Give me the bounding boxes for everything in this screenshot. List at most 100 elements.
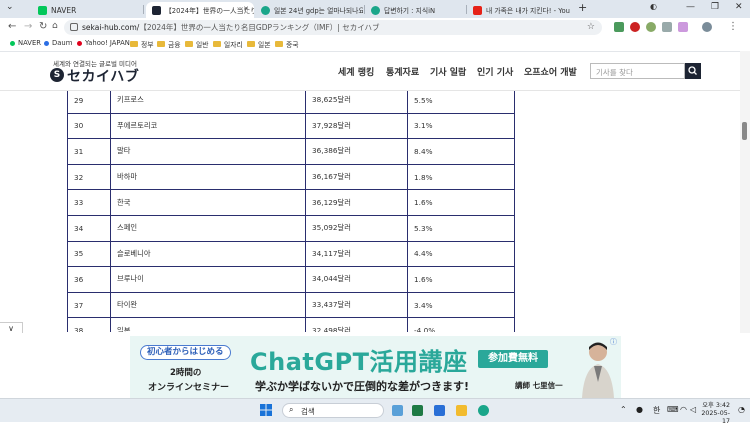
taskbar-clock[interactable]: 오후 3:42 2025-05-17 (700, 402, 730, 426)
rank-cell: 30 (67, 112, 111, 140)
scroll-thumb[interactable] (742, 122, 747, 140)
os-taskbar: ⌕ 검색 ⌃ ● 한 ⌨ ◠ ◁ 오후 3:42 2025-05-17 ◔ (0, 398, 750, 425)
tab-label: 내 가족은 내가 지킨다! - You (486, 7, 570, 15)
windows-start-icon[interactable] (260, 404, 272, 416)
close-tab-icon[interactable]: ✕ (243, 5, 249, 13)
growth-cell: 3.4% (407, 291, 515, 319)
home-icon[interactable]: ⌂ (52, 21, 58, 31)
nav-article-list[interactable]: 기사 일람 (430, 65, 466, 78)
ad-cta-button[interactable]: 参加費無料 (478, 350, 548, 368)
tray-app-icon[interactable]: ● (636, 405, 643, 414)
nav-statistics[interactable]: 통계자료 (386, 65, 419, 78)
tab-naver-kin-2[interactable]: 답변하기 : 지식iN (365, 2, 465, 18)
ad-catchphrase: 学ぶか学ばないかで圧倒的な差がつきます! (255, 380, 470, 393)
tab-label: NAVER (51, 5, 77, 15)
browser-taskbar-icon[interactable] (478, 405, 489, 416)
bookmark-folder-japan[interactable]: 일본 (247, 39, 271, 49)
ad-area: 初心者からはじめる ChatGPT活用講座 参加費無料 2時間の オンラインセミ… (0, 333, 750, 398)
folder-icon (213, 41, 221, 47)
account-icon[interactable] (702, 22, 712, 32)
tab-naver[interactable]: NAVER (32, 2, 137, 18)
extensions-puzzle-icon[interactable] (662, 22, 672, 32)
address-bar[interactable]: sekai-hub.com/【2024年】世界の一人当たり名目GDPランキング（… (64, 20, 602, 35)
ad-banner[interactable]: 初心者からはじめる ChatGPT活用講座 参加費無料 2時間の オンラインセミ… (130, 336, 621, 398)
rank-cell: 38 (67, 317, 111, 332)
tab-search-icon[interactable]: ⌄ (6, 2, 14, 12)
site-info-icon[interactable] (70, 23, 78, 31)
site-search-input[interactable]: 기사를 찾다 (590, 63, 685, 79)
taskbar-search-box[interactable]: ⌕ 검색 (282, 403, 384, 418)
browser-menu-icon[interactable]: ⋮ (728, 21, 738, 32)
nav-offshore-development[interactable]: 오프쇼어 개발 (524, 65, 577, 78)
rank-cell: 35 (67, 240, 111, 268)
ad-subtitle-duration: 2時間の (170, 368, 202, 378)
table-row: 35 슬로베니아 34,117달러 4.4% (67, 240, 515, 268)
rank-cell: 36 (67, 266, 111, 293)
reload-icon[interactable]: ↻ (39, 21, 47, 32)
store-icon[interactable] (434, 405, 445, 416)
table-row: 36 브루나이 34,044달러 1.6% (67, 266, 515, 293)
bookmark-star-icon[interactable]: ☆ (587, 22, 595, 32)
restore-window-icon[interactable]: ❐ (711, 2, 719, 12)
site-logo-icon[interactable]: S (50, 68, 64, 82)
bookmark-folder-finance[interactable]: 금융 (157, 39, 181, 49)
gdp-cell: 36,129달러 (305, 189, 408, 216)
gdp-cell: 37,928달러 (305, 112, 408, 140)
sidebar-icon[interactable] (678, 22, 688, 32)
country-cell: 한국 (110, 189, 306, 216)
extension-icon[interactable] (614, 22, 624, 32)
bookmark-naver[interactable]: NAVER (10, 39, 41, 47)
bookmark-folder-general[interactable]: 일반 (185, 39, 209, 49)
tab-youtube[interactable]: 내 가족은 내가 지킨다! - You (467, 2, 572, 18)
media-controls-icon[interactable]: ◐ (650, 2, 657, 11)
bookmark-daum[interactable]: Daum (44, 39, 72, 47)
minimize-window-icon[interactable]: — (686, 2, 695, 12)
clock-time: 오후 3:42 (702, 402, 730, 409)
wifi-icon[interactable]: ◠ (680, 405, 687, 414)
nav-popular-articles[interactable]: 인기 기사 (477, 65, 513, 78)
search-placeholder: 기사를 찾다 (596, 68, 633, 77)
country-cell: 바하마 (110, 163, 306, 191)
bookmark-yahoo-japan[interactable]: Yahoo! JAPAN (77, 39, 130, 47)
ad-info-icon[interactable]: ⓘ (610, 337, 617, 347)
volume-icon[interactable]: ◁ (690, 405, 696, 414)
tab-sekai-hub[interactable]: 【2024年】世界の一人当たり名 ✕ (146, 2, 254, 18)
ad-subtitle-seminar: オンラインセミナー (148, 383, 230, 393)
sekai-hub-favicon-icon (152, 5, 161, 15)
youtube-favicon-icon (473, 5, 482, 15)
excel-icon[interactable] (412, 405, 423, 416)
bookmark-label: 금융 (168, 41, 181, 49)
tab-label: 답변하기 : 지식iN (384, 7, 436, 15)
file-explorer-icon[interactable] (456, 405, 467, 416)
close-window-icon[interactable]: ✕ (735, 2, 743, 12)
ad-title: ChatGPT活用講座 (250, 348, 468, 376)
country-cell: 키프로스 (110, 91, 306, 114)
bookmark-folder-china[interactable]: 중국 (275, 39, 299, 49)
rank-cell: 33 (67, 189, 111, 216)
bookmark-label: Yahoo! JAPAN (85, 39, 130, 47)
back-arrow-icon[interactable]: ← (8, 21, 16, 32)
forward-arrow-icon[interactable]: → (24, 21, 32, 32)
notification-bell-icon[interactable]: ◔ (738, 405, 745, 414)
profile-avatar-icon[interactable] (646, 22, 656, 32)
folder-icon (185, 41, 193, 47)
site-search-button[interactable] (685, 63, 701, 79)
naver-icon (10, 40, 15, 46)
tab-naver-kin-1[interactable]: 일본 24년 gdp는 얼마나되나요 (255, 2, 363, 18)
widgets-icon[interactable] (392, 405, 403, 416)
ime-language-indicator[interactable]: 한 (653, 405, 660, 416)
extension-flag-icon[interactable] (630, 22, 640, 32)
new-tab-button[interactable]: + (578, 1, 587, 14)
site-logo-text[interactable]: セカイハブ (67, 66, 139, 86)
keyboard-icon[interactable]: ⌨ (667, 405, 679, 414)
nav-world-ranking[interactable]: 세계 랭킹 (338, 65, 374, 78)
gdp-ranking-table: 29 키프로스 38,625달러 5.5% 30 푸에르토리코 37,928달러 3.1% 31… (67, 91, 515, 332)
gdp-cell: 34,117달러 (305, 240, 408, 268)
page-scrollbar[interactable] (740, 51, 750, 333)
bookmark-folder-jobs[interactable]: 일자리 (213, 39, 243, 49)
rank-cell: 37 (67, 291, 111, 319)
tray-overflow-icon[interactable]: ⌃ (620, 405, 627, 414)
growth-cell: 5.3% (407, 214, 515, 242)
folder-icon (275, 41, 283, 47)
bookmark-folder-government[interactable]: 정부 (130, 39, 154, 49)
